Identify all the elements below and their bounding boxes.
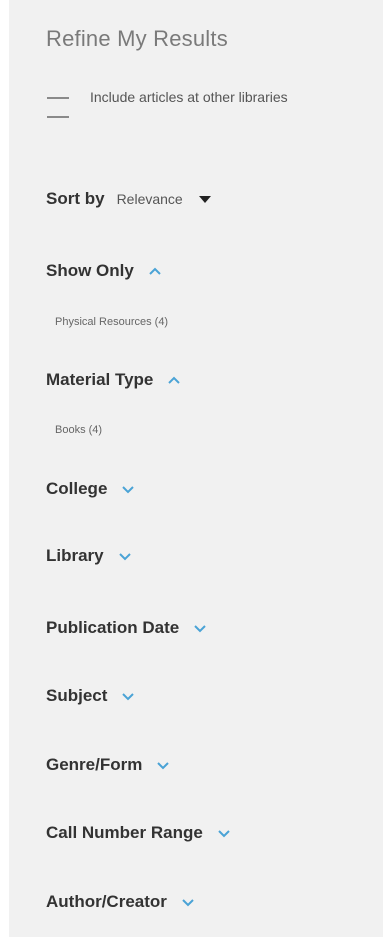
- panel-title: Refine My Results: [46, 26, 228, 51]
- chevron-up-icon: [148, 266, 162, 276]
- chevron-down-icon: [156, 760, 170, 770]
- include-articles-label: Include articles at other libraries: [90, 89, 288, 105]
- sort-label: Sort by: [46, 189, 105, 208]
- include-articles-toggle[interactable]: Include articles at other libraries: [47, 88, 367, 136]
- sort-value: Relevance: [116, 191, 183, 207]
- chevron-down-icon: [193, 623, 207, 633]
- chevron-down-icon: [121, 691, 135, 701]
- facet-label: Genre/Form: [46, 755, 143, 774]
- chevron-down-icon: [121, 484, 135, 494]
- facet-label: Show Only: [46, 261, 134, 280]
- facet-subject[interactable]: Subject: [46, 683, 135, 709]
- facet-call-number-range[interactable]: Call Number Range: [46, 820, 231, 846]
- toggle-dash-icon: [47, 97, 69, 99]
- facet-publication-date[interactable]: Publication Date: [46, 615, 207, 641]
- facet-label: Library: [46, 546, 104, 565]
- chevron-down-icon: [217, 828, 231, 838]
- toggle-dash-icon: [47, 116, 69, 118]
- caret-down-icon: [198, 195, 211, 203]
- facet-label: Publication Date: [46, 618, 180, 637]
- sort-row: Sort by Relevance: [46, 186, 211, 212]
- sort-select[interactable]: Relevance: [117, 191, 211, 207]
- facet-option-physical-resources[interactable]: Physical Resources (4): [55, 316, 168, 328]
- facet-material-type[interactable]: Material Type: [46, 367, 181, 393]
- facet-label: Subject: [46, 686, 108, 705]
- chevron-down-icon: [181, 897, 195, 907]
- facet-library[interactable]: Library: [46, 543, 132, 569]
- facet-label: Material Type: [46, 370, 154, 389]
- refine-results-panel: Refine My Results Include articles at ot…: [9, 0, 383, 937]
- facet-label: Call Number Range: [46, 823, 203, 842]
- facet-college[interactable]: College: [46, 476, 135, 502]
- chevron-down-icon: [118, 551, 132, 561]
- facet-label: College: [46, 479, 108, 498]
- facet-option-books[interactable]: Books (4): [55, 424, 102, 436]
- facet-label: Author/Creator: [46, 892, 167, 911]
- facet-author-creator[interactable]: Author/Creator: [46, 889, 195, 915]
- chevron-up-icon: [167, 375, 181, 385]
- facet-genre-form[interactable]: Genre/Form: [46, 752, 170, 778]
- facet-show-only[interactable]: Show Only: [46, 258, 162, 284]
